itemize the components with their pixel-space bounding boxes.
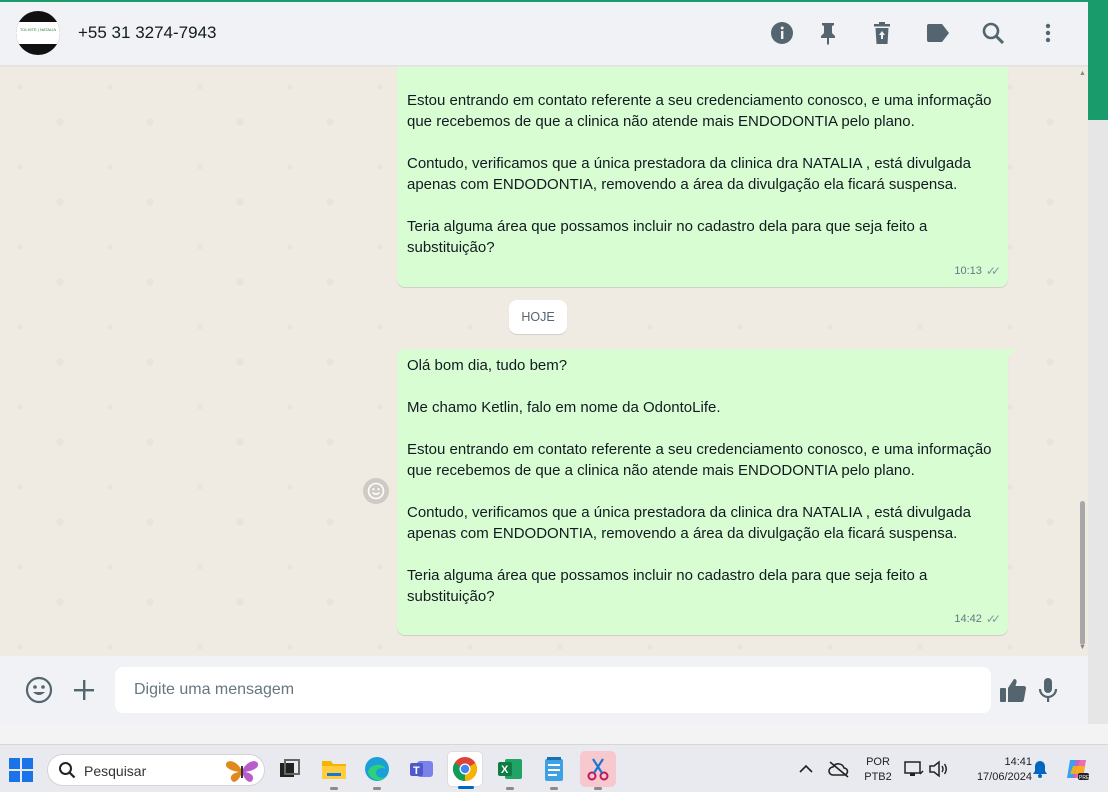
bubble-tail [1006, 349, 1016, 359]
taskbar-search[interactable]: Pesquisar [47, 754, 265, 786]
message-text: Estou entrando em contato referente a se… [407, 92, 992, 256]
read-ticks-icon: ✓✓ [985, 264, 1001, 278]
microphone-icon[interactable] [1034, 676, 1062, 704]
menu-icon[interactable] [1035, 20, 1061, 46]
message-bubble-outgoing[interactable]: Estou entrando em contato referente a se… [397, 67, 1008, 287]
butterfly-icon [225, 761, 259, 782]
running-indicator [550, 787, 558, 790]
window-side-scrollbar[interactable] [1088, 0, 1108, 744]
message-bubble-outgoing[interactable]: Olá bom dia, tudo bem? Me chamo Ketlin, … [397, 349, 1016, 635]
emoji-icon[interactable] [25, 676, 53, 704]
scroll-down-icon[interactable]: ▼ [1079, 644, 1086, 651]
search-icon[interactable] [980, 20, 1006, 46]
snipping-tool-app[interactable] [580, 751, 616, 790]
window-bottom-gap [0, 724, 1108, 744]
chat-area: Estou entrando em contato referente a se… [0, 67, 1088, 656]
avatar-band [16, 22, 60, 44]
clock-date: 17/06/2024 [976, 771, 1032, 783]
side-scrollbar-thumb[interactable] [1088, 0, 1108, 120]
language-line-2: PTB2 [864, 771, 892, 783]
info-icon[interactable] [769, 20, 795, 46]
windows-taskbar: Pesquisar T X POR PTB2 14:41 17/06/2024 … [0, 744, 1108, 792]
message-input[interactable] [115, 667, 991, 713]
delete-icon[interactable] [869, 20, 895, 46]
notification-bell-icon[interactable] [1028, 753, 1052, 785]
running-indicator [458, 786, 474, 789]
pin-icon[interactable] [815, 20, 841, 46]
thumbs-up-icon[interactable] [999, 676, 1027, 704]
language-line-1: POR [866, 756, 890, 768]
excel-app[interactable]: X [492, 751, 528, 790]
start-button[interactable] [9, 758, 33, 782]
file-explorer-app[interactable] [316, 751, 352, 790]
show-hidden-icons-chevron-icon[interactable] [790, 753, 822, 785]
svg-text:X: X [501, 764, 509, 776]
running-indicator [330, 787, 338, 790]
clock[interactable]: 14:41 17/06/2024 [958, 755, 1032, 785]
message-composer [0, 656, 1088, 724]
label-icon[interactable] [925, 20, 951, 46]
edge-app[interactable] [359, 751, 395, 790]
message-time: 14:42 [954, 613, 982, 625]
language-indicator[interactable]: POR PTB2 [862, 755, 894, 785]
date-divider: HOJE [509, 300, 567, 334]
message-time: 10:13 [954, 265, 982, 277]
windows-logo-pane [22, 758, 33, 769]
task-view-button[interactable] [272, 751, 308, 787]
running-indicator [594, 787, 602, 790]
onedrive-offline-icon[interactable] [823, 753, 855, 785]
clock-time: 14:41 [1004, 756, 1032, 768]
message-meta: 10:13 ✓✓ [954, 261, 1001, 282]
windows-logo-pane [9, 758, 20, 769]
chat-scrollbar[interactable]: ▲ ▼ [1076, 67, 1088, 656]
svg-text:T: T [413, 765, 420, 777]
running-indicator [506, 787, 514, 790]
volume-icon[interactable] [926, 753, 950, 785]
windows-logo-pane [22, 771, 33, 782]
svg-text:PRE: PRE [1079, 775, 1090, 781]
reaction-emoji-button[interactable] [363, 478, 389, 504]
chat-header: TOLHITE | NATALIA +55 31 3274-7943 [0, 2, 1088, 66]
chrome-app[interactable] [447, 751, 483, 789]
search-icon [59, 762, 76, 779]
windows-logo-pane [9, 771, 20, 782]
teams-app[interactable]: T [404, 751, 440, 787]
message-meta: 14:42 ✓✓ [954, 609, 1001, 630]
copilot-icon[interactable]: PRE [1061, 753, 1093, 785]
avatar-logo-text: TOLHITE | NATALIA [19, 27, 57, 32]
attach-plus-icon[interactable] [70, 676, 98, 704]
network-icon[interactable] [902, 753, 926, 785]
taskbar-search-label: Pesquisar [84, 763, 147, 779]
contact-avatar[interactable]: TOLHITE | NATALIA [16, 11, 60, 55]
contact-name[interactable]: +55 31 3274-7943 [78, 23, 217, 43]
message-text: Olá bom dia, tudo bem? Me chamo Ketlin, … [407, 357, 992, 605]
notepad-app[interactable] [536, 751, 572, 790]
running-indicator [373, 787, 381, 790]
chat-scrollbar-thumb[interactable] [1080, 501, 1085, 645]
scroll-up-icon[interactable]: ▲ [1079, 70, 1086, 77]
read-ticks-icon: ✓✓ [985, 612, 1001, 626]
